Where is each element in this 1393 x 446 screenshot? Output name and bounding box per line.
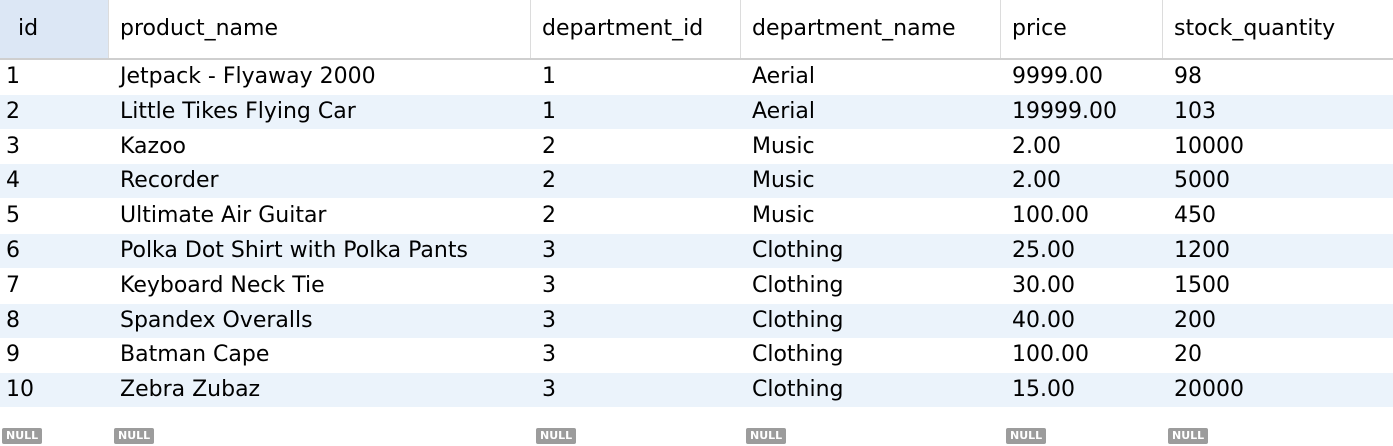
table-cell-stock-quantity[interactable]: 1200 — [1162, 234, 1393, 268]
table-cell-price[interactable]: 19999.00 — [1000, 95, 1162, 129]
table-cell-product-name[interactable]: Spandex Overalls — [108, 304, 530, 338]
table-row[interactable]: 4 Recorder 2 Music 2.00 5000 — [0, 164, 1393, 199]
table-cell-id[interactable]: 8 — [0, 304, 108, 338]
table-cell-id[interactable]: 4 — [0, 164, 108, 198]
table-cell-stock-quantity[interactable]: 1500 — [1162, 269, 1393, 303]
null-badge[interactable]: NULL — [1168, 428, 1209, 444]
column-divider[interactable] — [108, 0, 109, 58]
table-cell-price[interactable]: 100.00 — [1000, 199, 1162, 233]
table-cell-department-id[interactable]: 1 — [530, 95, 740, 129]
table-cell-department-id[interactable]: 1 — [530, 60, 740, 94]
null-badge[interactable]: NULL — [536, 428, 577, 444]
table-cell-id[interactable]: 10 — [0, 373, 108, 407]
table-cell-price[interactable]: 30.00 — [1000, 269, 1162, 303]
table-row[interactable]: 1 Jetpack - Flyaway 2000 1 Aerial 9999.00 98 — [0, 60, 1393, 94]
table-cell-stock-quantity[interactable]: 20000 — [1162, 373, 1393, 407]
column-header-price[interactable]: price — [1000, 0, 1162, 58]
table-cell-department-name[interactable]: Aerial — [740, 60, 1000, 94]
column-divider[interactable] — [1000, 0, 1001, 58]
table-cell-department-name[interactable]: Music — [740, 199, 1000, 233]
table-cell-product-name[interactable]: Little Tikes Flying Car — [108, 95, 530, 129]
column-divider[interactable] — [740, 0, 741, 58]
table-cell-department-name[interactable]: Clothing — [740, 304, 1000, 338]
null-badge[interactable]: NULL — [1006, 428, 1047, 444]
table-cell-id[interactable]: 5 — [0, 199, 108, 233]
table-row[interactable]: 5 Ultimate Air Guitar 2 Music 100.00 450 — [0, 199, 1393, 234]
table-cell-product-name[interactable]: Polka Dot Shirt with Polka Pants — [108, 234, 530, 268]
table-cell-price[interactable]: 9999.00 — [1000, 60, 1162, 94]
grid-header-row: id product_name department_id department_na… — [0, 0, 1393, 60]
table-cell-stock-quantity[interactable]: 20 — [1162, 338, 1393, 372]
table-cell-product-name[interactable]: Recorder — [108, 164, 530, 198]
table-cell-stock-quantity[interactable]: 103 — [1162, 95, 1393, 129]
table-cell-stock-quantity[interactable]: 450 — [1162, 199, 1393, 233]
table-cell-department-name[interactable]: Clothing — [740, 338, 1000, 372]
table-cell-department-name[interactable]: Aerial — [740, 95, 1000, 129]
column-divider[interactable] — [1162, 0, 1163, 58]
table-cell-id[interactable]: 2 — [0, 95, 108, 129]
table-cell-price[interactable]: 25.00 — [1000, 234, 1162, 268]
table-row[interactable]: 2 Little Tikes Flying Car 1 Aerial 19999.00 1… — [0, 94, 1393, 129]
table-cell-department-id[interactable]: 3 — [530, 234, 740, 268]
table-cell-id[interactable]: 6 — [0, 234, 108, 268]
table-cell-price[interactable]: 100.00 — [1000, 338, 1162, 372]
table-cell-department-id[interactable]: 2 — [530, 130, 740, 164]
table-cell-price[interactable]: 40.00 — [1000, 304, 1162, 338]
table-cell-product-name[interactable]: Zebra Zubaz — [108, 373, 530, 407]
table-cell-department-id[interactable]: 3 — [530, 269, 740, 303]
table-cell-price[interactable]: 15.00 — [1000, 373, 1162, 407]
table-cell-id[interactable]: 9 — [0, 338, 108, 372]
null-badge[interactable]: NULL — [114, 428, 155, 444]
table-cell-stock-quantity[interactable]: 10000 — [1162, 130, 1393, 164]
table-cell-price[interactable]: 2.00 — [1000, 164, 1162, 198]
result-grid[interactable]: id product_name department_id department_na… — [0, 0, 1393, 446]
table-cell-product-name[interactable]: Jetpack - Flyaway 2000 — [108, 60, 530, 94]
table-cell-stock-quantity[interactable]: 200 — [1162, 304, 1393, 338]
table-cell-department-id[interactable]: 2 — [530, 164, 740, 198]
table-cell-department-id[interactable]: 3 — [530, 338, 740, 372]
table-row[interactable]: 6 Polka Dot Shirt with Polka Pants 3 Clothi… — [0, 234, 1393, 268]
table-cell-product-name[interactable]: Keyboard Neck Tie — [108, 269, 530, 303]
table-row[interactable]: 8 Spandex Overalls 3 Clothing 40.00 200 — [0, 303, 1393, 338]
table-cell-product-name[interactable]: Kazoo — [108, 130, 530, 164]
table-cell-stock-quantity[interactable]: 5000 — [1162, 164, 1393, 198]
table-row[interactable]: 9 Batman Cape 3 Clothing 100.00 20 — [0, 338, 1393, 373]
column-header-stock-quantity[interactable]: stock_quantity — [1162, 0, 1393, 58]
table-cell-department-name[interactable]: Music — [740, 164, 1000, 198]
table-cell-department-id[interactable]: 3 — [530, 304, 740, 338]
table-cell-id[interactable]: 3 — [0, 130, 108, 164]
column-header-id[interactable]: id — [0, 0, 108, 58]
column-header-product-name[interactable]: product_name — [108, 0, 530, 58]
column-header-department-id[interactable]: department_id — [530, 0, 740, 58]
table-cell-stock-quantity[interactable]: 98 — [1162, 60, 1393, 94]
table-row[interactable]: 7 Keyboard Neck Tie 3 Clothing 30.00 1500 — [0, 268, 1393, 303]
table-cell-department-name[interactable]: Clothing — [740, 234, 1000, 268]
table-cell-id[interactable]: 7 — [0, 269, 108, 303]
table-cell-id[interactable]: 1 — [0, 60, 108, 94]
table-cell-department-name[interactable]: Clothing — [740, 269, 1000, 303]
table-row[interactable]: 10 Zebra Zubaz 3 Clothing 15.00 20000 — [0, 373, 1393, 408]
table-cell-price[interactable]: 2.00 — [1000, 130, 1162, 164]
column-header-department-name[interactable]: department_name — [740, 0, 1000, 58]
new-row-placeholder[interactable]: NULL NULL NULL NULL NULL NULL — [0, 428, 1393, 446]
column-divider[interactable] — [530, 0, 531, 58]
table-cell-product-name[interactable]: Ultimate Air Guitar — [108, 199, 530, 233]
table-cell-department-name[interactable]: Clothing — [740, 373, 1000, 407]
null-badge[interactable]: NULL — [2, 428, 43, 444]
table-cell-department-name[interactable]: Music — [740, 130, 1000, 164]
table-cell-product-name[interactable]: Batman Cape — [108, 338, 530, 372]
table-row[interactable]: 3 Kazoo 2 Music 2.00 10000 — [0, 129, 1393, 164]
table-cell-department-id[interactable]: 2 — [530, 199, 740, 233]
table-cell-department-id[interactable]: 3 — [530, 373, 740, 407]
null-badge[interactable]: NULL — [746, 428, 787, 444]
